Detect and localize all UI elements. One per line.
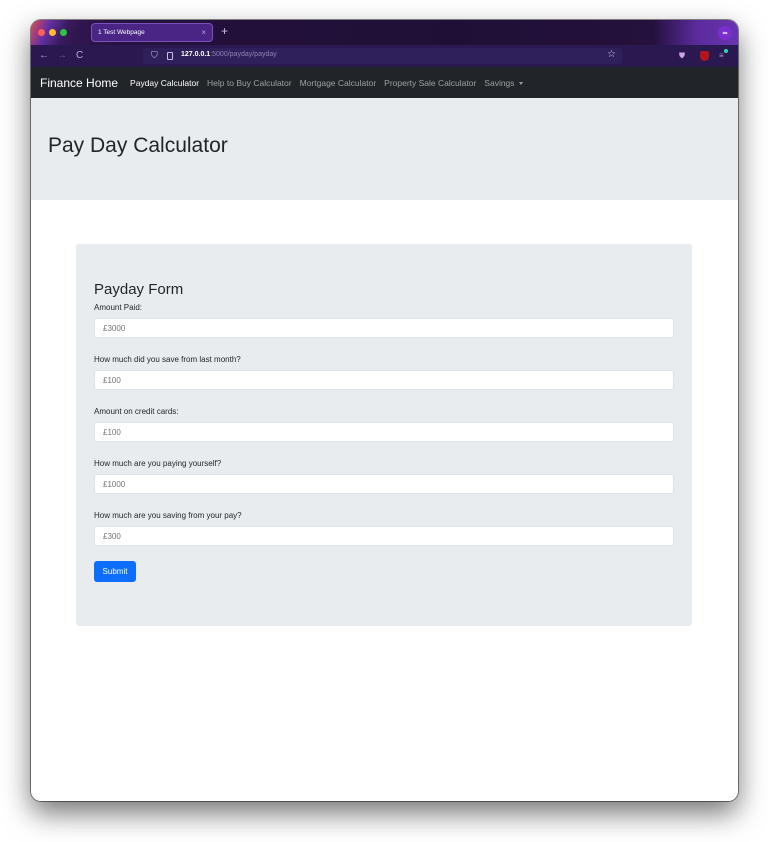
minimize-window-button[interactable] bbox=[49, 29, 56, 36]
account-icon[interactable]: ∞ bbox=[718, 26, 732, 40]
saved-last-month-input[interactable] bbox=[94, 370, 674, 390]
browser-toolbar: ← → C ⛉ 127.0.0.1:5000/payday/payday ☆ ⛊… bbox=[31, 45, 738, 67]
nav-dropdown-savings[interactable]: Savings bbox=[484, 77, 523, 88]
url-host: 127.0.0.1 bbox=[181, 51, 211, 58]
form-title: Payday Form bbox=[94, 281, 184, 298]
web-page: Finance Home Payday Calculator Help to B… bbox=[31, 67, 738, 801]
shield-icon[interactable]: ⛉ bbox=[151, 50, 158, 61]
amount-paid-label: Amount Paid: bbox=[94, 303, 143, 312]
nav-link-mortgage-calculator[interactable]: Mortgage Calculator bbox=[300, 78, 377, 88]
navbar-brand[interactable]: Finance Home bbox=[40, 76, 118, 90]
maximize-window-button[interactable] bbox=[60, 29, 67, 36]
bookmark-star-icon[interactable]: ☆ bbox=[607, 49, 616, 60]
nav-link-help-to-buy-calculator[interactable]: Help to Buy Calculator bbox=[207, 78, 292, 88]
credit-cards-input[interactable] bbox=[94, 422, 674, 442]
back-arrow-icon[interactable]: ← bbox=[39, 49, 49, 63]
saving-from-pay-input[interactable] bbox=[94, 526, 674, 546]
nav-link-payday-calculator[interactable]: Payday Calculator bbox=[130, 78, 199, 88]
submit-button[interactable]: Submit bbox=[94, 561, 136, 582]
browser-window: 1 Test Webpage × + ∞ ← → C ⛉ 127.0.0.1:5… bbox=[31, 20, 738, 801]
saving-from-pay-label: How much are you saving from your pay? bbox=[94, 511, 242, 520]
credit-cards-label: Amount on credit cards: bbox=[94, 407, 179, 416]
tab-close-icon[interactable]: × bbox=[201, 28, 206, 37]
ublock-shield-icon[interactable] bbox=[700, 51, 709, 61]
reload-icon[interactable]: C bbox=[76, 49, 83, 63]
update-badge-icon bbox=[724, 49, 728, 53]
amount-paid-input[interactable] bbox=[94, 318, 674, 338]
nav-link-property-sale-calculator[interactable]: Property Sale Calculator bbox=[384, 78, 476, 88]
paying-yourself-input[interactable] bbox=[94, 474, 674, 494]
site-navbar: Finance Home Payday Calculator Help to B… bbox=[31, 67, 738, 98]
browser-tab[interactable]: 1 Test Webpage × bbox=[91, 23, 213, 42]
new-tab-button[interactable]: + bbox=[221, 25, 228, 37]
saved-last-month-label: How much did you save from last month? bbox=[94, 355, 241, 364]
page-icon[interactable] bbox=[167, 52, 173, 60]
hamburger-menu-icon[interactable]: ≡ bbox=[719, 51, 724, 61]
payday-form: Payday Form Amount Paid: How much did yo… bbox=[76, 244, 692, 626]
page-header: Pay Day Calculator bbox=[31, 98, 738, 200]
page-title: Pay Day Calculator bbox=[48, 134, 228, 157]
address-bar[interactable]: ⛉ 127.0.0.1:5000/payday/payday ☆ bbox=[143, 48, 622, 64]
close-window-button[interactable] bbox=[38, 29, 45, 36]
caret-down-icon bbox=[518, 81, 523, 85]
pocket-icon[interactable]: ⛊ bbox=[679, 51, 685, 61]
tab-title: 1 Test Webpage bbox=[98, 29, 145, 36]
nav-dropdown-savings-label: Savings bbox=[484, 77, 515, 88]
url-text[interactable]: 127.0.0.1:5000/payday/payday bbox=[181, 51, 277, 58]
tab-bar: 1 Test Webpage × + ∞ bbox=[31, 20, 738, 45]
paying-yourself-label: How much are you paying yourself? bbox=[94, 459, 222, 468]
forward-arrow-icon[interactable]: → bbox=[57, 49, 67, 63]
url-path: :5000/payday/payday bbox=[210, 51, 277, 58]
